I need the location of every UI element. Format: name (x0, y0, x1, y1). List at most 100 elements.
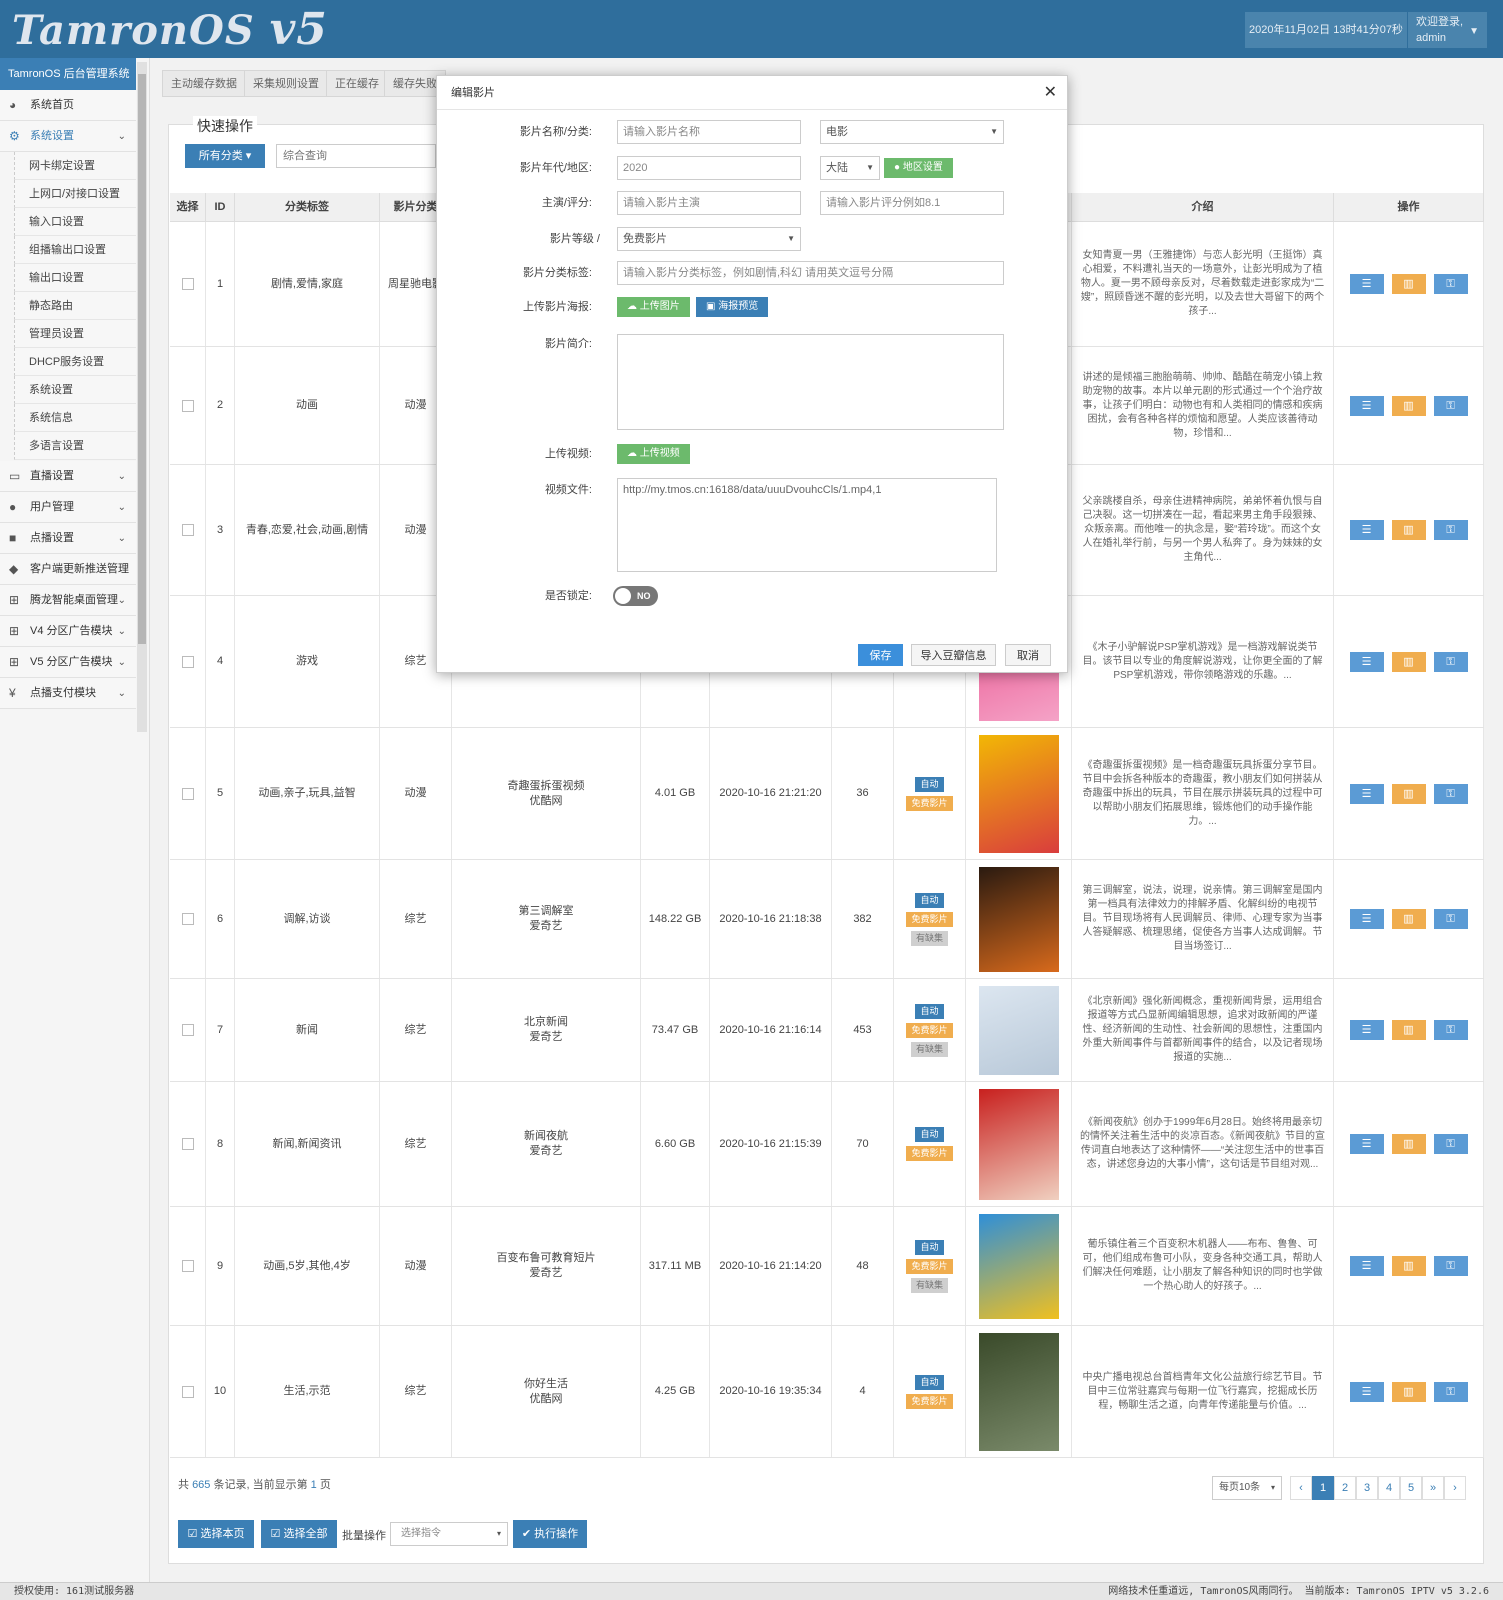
list-icon[interactable]: ☰ (1349, 1381, 1384, 1402)
video-file-textarea[interactable]: http://my.tmos.cn:16188/data/uuuDvouhcCl… (617, 478, 997, 572)
level-select[interactable]: 免费影片 ▼ (617, 227, 801, 251)
sidebar-item-client-update[interactable]: ◆ 客户端更新推送管理 (0, 554, 136, 585)
sidebar-item-home[interactable]: ◕ 系统首页 (0, 90, 136, 121)
poster-preview-button[interactable]: ▣ 海报预览 (696, 297, 769, 317)
tab-caching[interactable]: 正在缓存 (326, 70, 388, 97)
trash-icon[interactable]: ▥ (1391, 395, 1426, 416)
tags-input[interactable]: 请输入影片分类标签，例如剧情,科幻 请用英文逗号分隔 (617, 261, 1004, 285)
sidebar-subitem-nic-binding[interactable]: 网卡绑定设置 (14, 152, 136, 180)
upload-image-button[interactable]: ☁ 上传图片 (617, 297, 690, 317)
import-douban-button[interactable]: 导入豆瓣信息 (911, 644, 996, 666)
sidebar-subitem-system[interactable]: 系统设置 (14, 376, 136, 404)
row-checkbox[interactable] (181, 1138, 194, 1150)
page-3[interactable]: 3 (1356, 1476, 1378, 1500)
row-checkbox[interactable] (181, 1385, 194, 1398)
page-4[interactable]: 4 (1378, 1476, 1400, 1500)
row-checkbox[interactable] (181, 1260, 194, 1272)
movie-name-input[interactable]: 请输入影片名称 (617, 120, 801, 144)
list-icon[interactable]: ☰ (1349, 1134, 1384, 1154)
upload-video-button[interactable]: ☁ 上传视频 (617, 444, 690, 464)
sidebar-item-payment[interactable]: ¥ 点播支付模块 ⌄ (0, 678, 136, 709)
execute-button[interactable]: ✔ 执行操作 (513, 1520, 587, 1548)
sidebar-item-live[interactable]: ▭ 直播设置 ⌄ (0, 461, 136, 492)
sidebar-subitem-input-port[interactable]: 输入口设置 (14, 208, 136, 236)
sidebar-subitem-output-port[interactable]: 输出口设置 (14, 264, 136, 292)
trash-icon[interactable]: ▥ (1391, 1134, 1426, 1154)
page-last[interactable]: » (1422, 1476, 1444, 1500)
category-dropdown-button[interactable]: 所有分类 ▾ (185, 144, 265, 168)
unlock-icon[interactable]: ⚿ (1433, 651, 1468, 672)
unlock-icon[interactable]: ⚿ (1433, 274, 1468, 294)
sidebar-subitem-multicast-output[interactable]: 组播输出口设置 (14, 236, 136, 264)
trash-icon[interactable]: ▥ (1391, 909, 1426, 929)
sidebar-item-system-settings[interactable]: ⚙ 系统设置 ⌄ (0, 121, 136, 152)
row-checkbox[interactable] (181, 278, 194, 290)
intro-textarea[interactable] (617, 334, 1004, 430)
unlock-icon[interactable]: ⚿ (1433, 1256, 1468, 1276)
row-checkbox[interactable] (181, 1024, 194, 1036)
row-checkbox[interactable] (181, 399, 194, 412)
unlock-icon[interactable]: ⚿ (1433, 1381, 1468, 1402)
list-icon[interactable]: ☰ (1349, 1256, 1384, 1276)
unlock-icon[interactable]: ⚿ (1433, 909, 1468, 929)
unlock-icon[interactable]: ⚿ (1433, 395, 1468, 416)
batch-command-select[interactable]: 选择指令 ▾ (390, 1522, 508, 1546)
lock-toggle[interactable]: NO (613, 586, 658, 606)
region-select[interactable]: 大陆 ▼ (820, 156, 880, 180)
actor-input[interactable]: 请输入影片主演 (617, 191, 801, 215)
trash-icon[interactable]: ▥ (1391, 783, 1426, 804)
user-menu[interactable]: 欢迎登录, admin ▼ (1408, 12, 1487, 48)
sidebar-item-vod[interactable]: ■ 点播设置 ⌄ (0, 523, 136, 554)
sidebar-item-users[interactable]: ● 用户管理 ⌄ (0, 492, 136, 523)
unlock-icon[interactable]: ⚿ (1433, 783, 1468, 804)
list-icon[interactable]: ☰ (1349, 783, 1384, 804)
sidebar-item-smart-desktop[interactable]: ⊞ 腾龙智能桌面管理 ⌄ (0, 585, 136, 616)
trash-icon[interactable]: ▥ (1391, 1381, 1426, 1402)
close-icon[interactable]: ✕ (1044, 76, 1057, 110)
select-all-button[interactable]: ☑ 选择全部 (261, 1520, 337, 1548)
list-icon[interactable]: ☰ (1349, 274, 1384, 294)
score-input[interactable]: 请输入影片评分例如8.1 (820, 191, 1004, 215)
unlock-icon[interactable]: ⚿ (1433, 1134, 1468, 1154)
row-checkbox[interactable] (181, 787, 194, 800)
sidebar-subitem-language[interactable]: 多语言设置 (14, 432, 136, 460)
row-checkbox[interactable] (181, 913, 194, 925)
trash-icon[interactable]: ▥ (1391, 520, 1426, 540)
trash-icon[interactable]: ▥ (1391, 1020, 1426, 1040)
unlock-icon[interactable]: ⚿ (1433, 1020, 1468, 1040)
page-5[interactable]: 5 (1400, 1476, 1422, 1500)
page-next[interactable]: › (1444, 1476, 1466, 1500)
search-input[interactable] (276, 144, 436, 168)
list-icon[interactable]: ☰ (1349, 395, 1384, 416)
sidebar-subitem-admin[interactable]: 管理员设置 (14, 320, 136, 348)
sidebar-subitem-wan-port[interactable]: 上网口/对接口设置 (14, 180, 136, 208)
select-page-button[interactable]: ☑ 选择本页 (178, 1520, 254, 1548)
trash-icon[interactable]: ▥ (1391, 1256, 1426, 1276)
list-icon[interactable]: ☰ (1349, 909, 1384, 929)
year-input[interactable]: 2020 (617, 156, 801, 180)
page-1[interactable]: 1 (1312, 1476, 1334, 1500)
region-settings-button[interactable]: ● 地区设置 (884, 158, 953, 178)
page-prev[interactable]: ‹ (1290, 1476, 1312, 1500)
tab-active-cache[interactable]: 主动缓存数据 (162, 70, 246, 97)
trash-icon[interactable]: ▥ (1391, 651, 1426, 672)
save-button[interactable]: 保存 (858, 644, 903, 666)
sidebar-subitem-system-info[interactable]: 系统信息 (14, 404, 136, 432)
sidebar-subitem-dhcp[interactable]: DHCP服务设置 (14, 348, 136, 376)
unlock-icon[interactable]: ⚿ (1433, 520, 1468, 540)
list-icon[interactable]: ☰ (1349, 651, 1384, 672)
per-page-select[interactable]: 每页10条 ▾ (1212, 1476, 1282, 1500)
trash-icon[interactable]: ▥ (1391, 274, 1426, 294)
sidebar-item-v5-ads[interactable]: ⊞ V5 分区广告模块 ⌄ (0, 647, 136, 678)
page-2[interactable]: 2 (1334, 1476, 1356, 1500)
row-checkbox[interactable] (181, 655, 194, 668)
tab-collect-rules[interactable]: 采集规则设置 (244, 70, 328, 97)
cancel-button[interactable]: 取消 (1005, 644, 1051, 666)
category-select[interactable]: 电影 ▼ (820, 120, 1004, 144)
sidebar-scrollbar[interactable] (137, 62, 147, 732)
sidebar-subitem-static-route[interactable]: 静态路由 (14, 292, 136, 320)
sidebar-item-v4-ads[interactable]: ⊞ V4 分区广告模块 ⌄ (0, 616, 136, 647)
list-icon[interactable]: ☰ (1349, 1020, 1384, 1040)
list-icon[interactable]: ☰ (1349, 520, 1384, 540)
row-checkbox[interactable] (181, 524, 194, 536)
